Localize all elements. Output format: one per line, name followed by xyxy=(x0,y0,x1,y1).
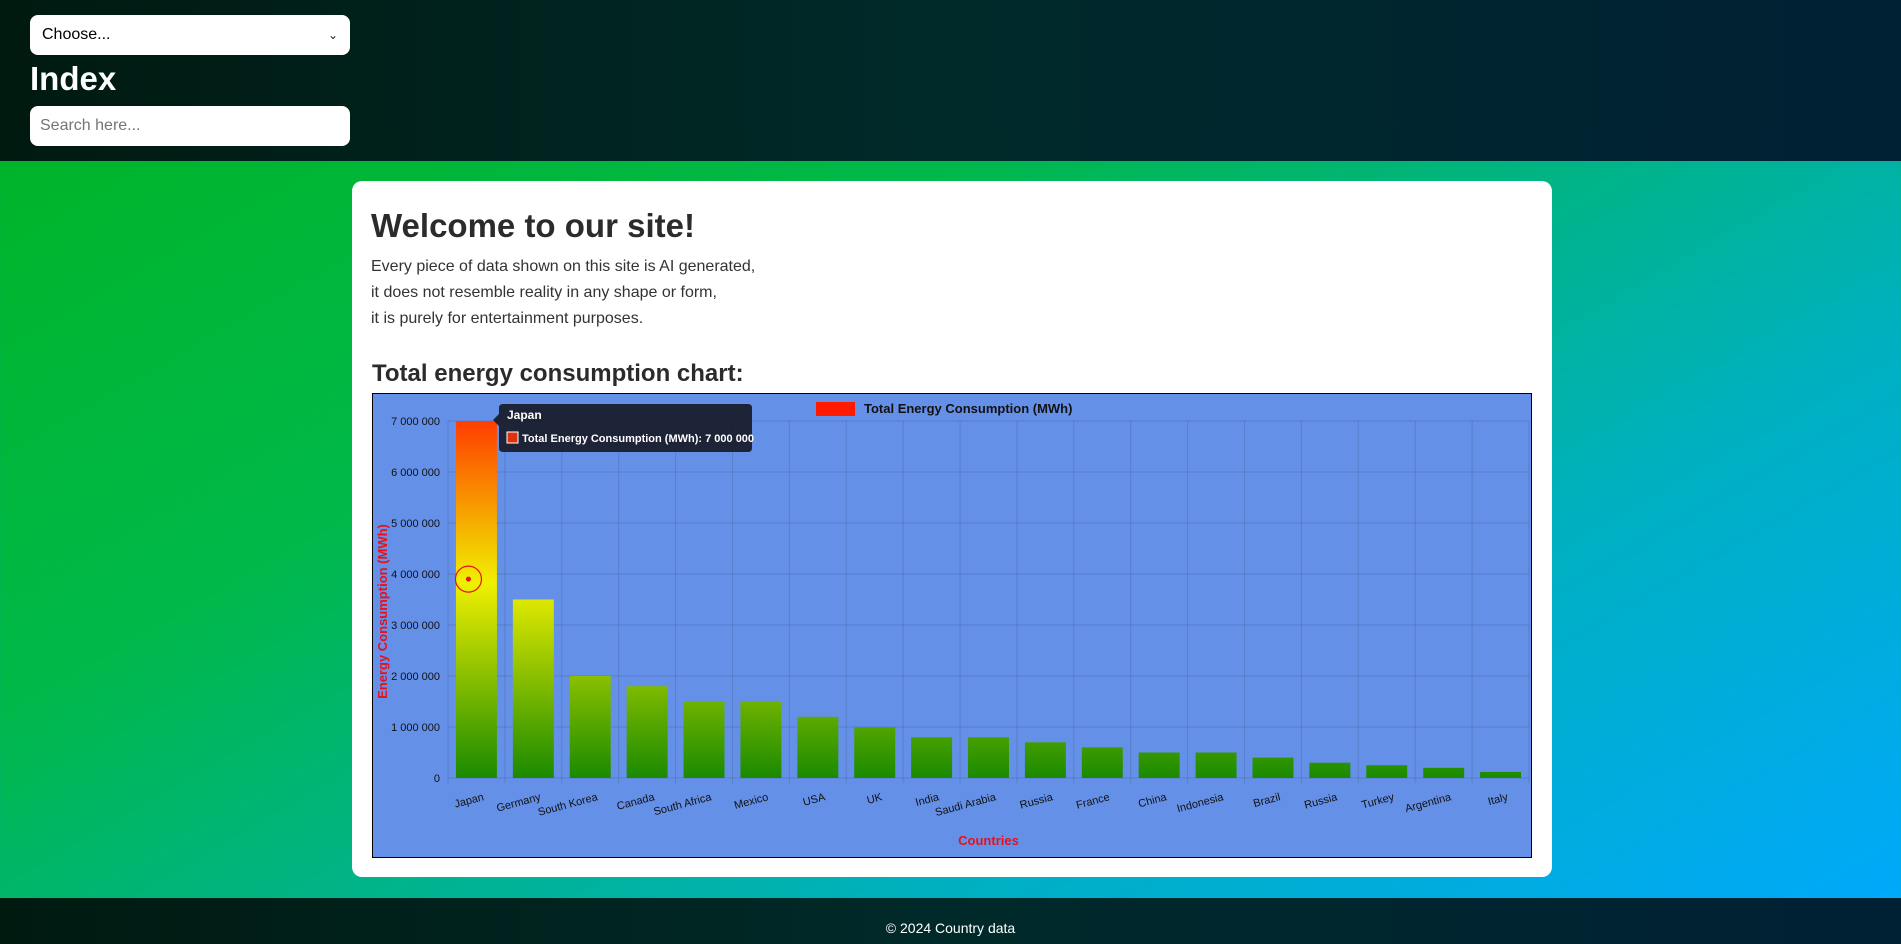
intro-line: Every piece of data shown on this site i… xyxy=(371,258,756,275)
chart-heading: Total energy consumption chart: xyxy=(372,360,744,387)
x-tick-label: UK xyxy=(866,791,885,807)
bar xyxy=(512,599,554,778)
y-tick-label: 1 000 000 xyxy=(391,722,440,734)
tooltip-text: Total Energy Consumption (MWh): 7 000 00… xyxy=(522,433,754,445)
bar xyxy=(911,737,953,778)
tooltip-title: Japan xyxy=(507,408,542,422)
x-tick-label: Russia xyxy=(1019,791,1055,812)
bar xyxy=(569,676,611,778)
tooltip: Japan Total Energy Consumption (MWh): 7 0… xyxy=(493,404,754,452)
bar xyxy=(1423,767,1465,778)
hover-dot xyxy=(465,576,471,582)
x-tick-label: USA xyxy=(802,791,828,809)
bar xyxy=(740,701,782,778)
bar xyxy=(1480,771,1522,778)
bar xyxy=(797,716,839,778)
x-tick-label: Turkey xyxy=(1360,791,1396,811)
chevron-down-icon: ⌄ xyxy=(327,28,338,42)
y-tick-label: 5 000 000 xyxy=(391,518,440,530)
y-tick-label: 3 000 000 xyxy=(391,620,440,632)
bar xyxy=(455,421,497,778)
tooltip-swatch xyxy=(506,431,519,444)
x-tick-label: Argentina xyxy=(1404,791,1453,815)
bar xyxy=(1366,765,1408,778)
bar xyxy=(1252,757,1294,778)
x-tick-label: France xyxy=(1075,791,1111,811)
top-header: Choose... ⌄ Index xyxy=(0,0,1901,161)
y-tick-label: 0 xyxy=(434,773,440,785)
intro-line: it does not resemble reality in any shap… xyxy=(371,284,717,301)
x-axis-title: Countries xyxy=(958,833,1019,848)
intro-line: it is purely for entertainment purposes. xyxy=(371,310,644,327)
x-tick-label: Japan xyxy=(453,791,485,810)
x-tick-label: South Africa xyxy=(652,791,713,818)
x-tick-label: South Korea xyxy=(537,791,600,819)
footer: © 2024 Country data xyxy=(0,898,1901,944)
bar xyxy=(683,701,725,778)
y-tick-label: 7 000 000 xyxy=(391,416,440,428)
energy-chart[interactable]: 0 1 000 000 2 000 000 3 000 000 4 000 000 5 0… xyxy=(372,393,1532,858)
footer-copyright: © 2024 Country data xyxy=(885,920,1016,936)
page-title: Index xyxy=(30,60,117,97)
bar xyxy=(1024,742,1066,778)
welcome-heading: Welcome to our site! xyxy=(371,207,695,244)
legend-swatch xyxy=(816,402,855,416)
choose-select[interactable]: Choose... ⌄ xyxy=(30,15,350,55)
bar xyxy=(1309,762,1351,778)
y-tick-label: 2 000 000 xyxy=(391,671,440,683)
x-tick-label: Saudi Arabia xyxy=(934,791,998,819)
choose-select-value: Choose... xyxy=(42,26,111,43)
content-card: Welcome to our site! Every piece of data… xyxy=(352,181,1552,877)
bar xyxy=(626,686,668,778)
y-axis-title: Energy Consumption (MWh) xyxy=(375,524,390,699)
bar xyxy=(1195,752,1237,778)
chart-canvas: 0 1 000 000 2 000 000 3 000 000 4 000 000 5 0… xyxy=(375,401,1530,848)
x-tick-label: Italy xyxy=(1487,791,1510,808)
bar xyxy=(1138,752,1180,778)
x-tick-label: Russia xyxy=(1303,791,1339,812)
intro-text: Every piece of data shown on this site i… xyxy=(371,254,755,332)
bar xyxy=(1081,747,1123,778)
x-tick-label: China xyxy=(1137,791,1169,810)
x-tick-label: Germany xyxy=(495,791,542,814)
y-tick-label: 4 000 000 xyxy=(391,569,440,581)
bar xyxy=(968,737,1009,778)
search-input[interactable] xyxy=(30,106,350,146)
x-tick-label: Indonesia xyxy=(1176,791,1226,815)
y-tick-label: 6 000 000 xyxy=(391,467,440,479)
legend-label: Total Energy Consumption (MWh) xyxy=(864,401,1072,416)
x-tick-label: Canada xyxy=(616,791,657,813)
bar xyxy=(854,727,896,778)
x-tick-label: Brazil xyxy=(1252,791,1282,810)
x-tick-label: Mexico xyxy=(733,791,770,812)
